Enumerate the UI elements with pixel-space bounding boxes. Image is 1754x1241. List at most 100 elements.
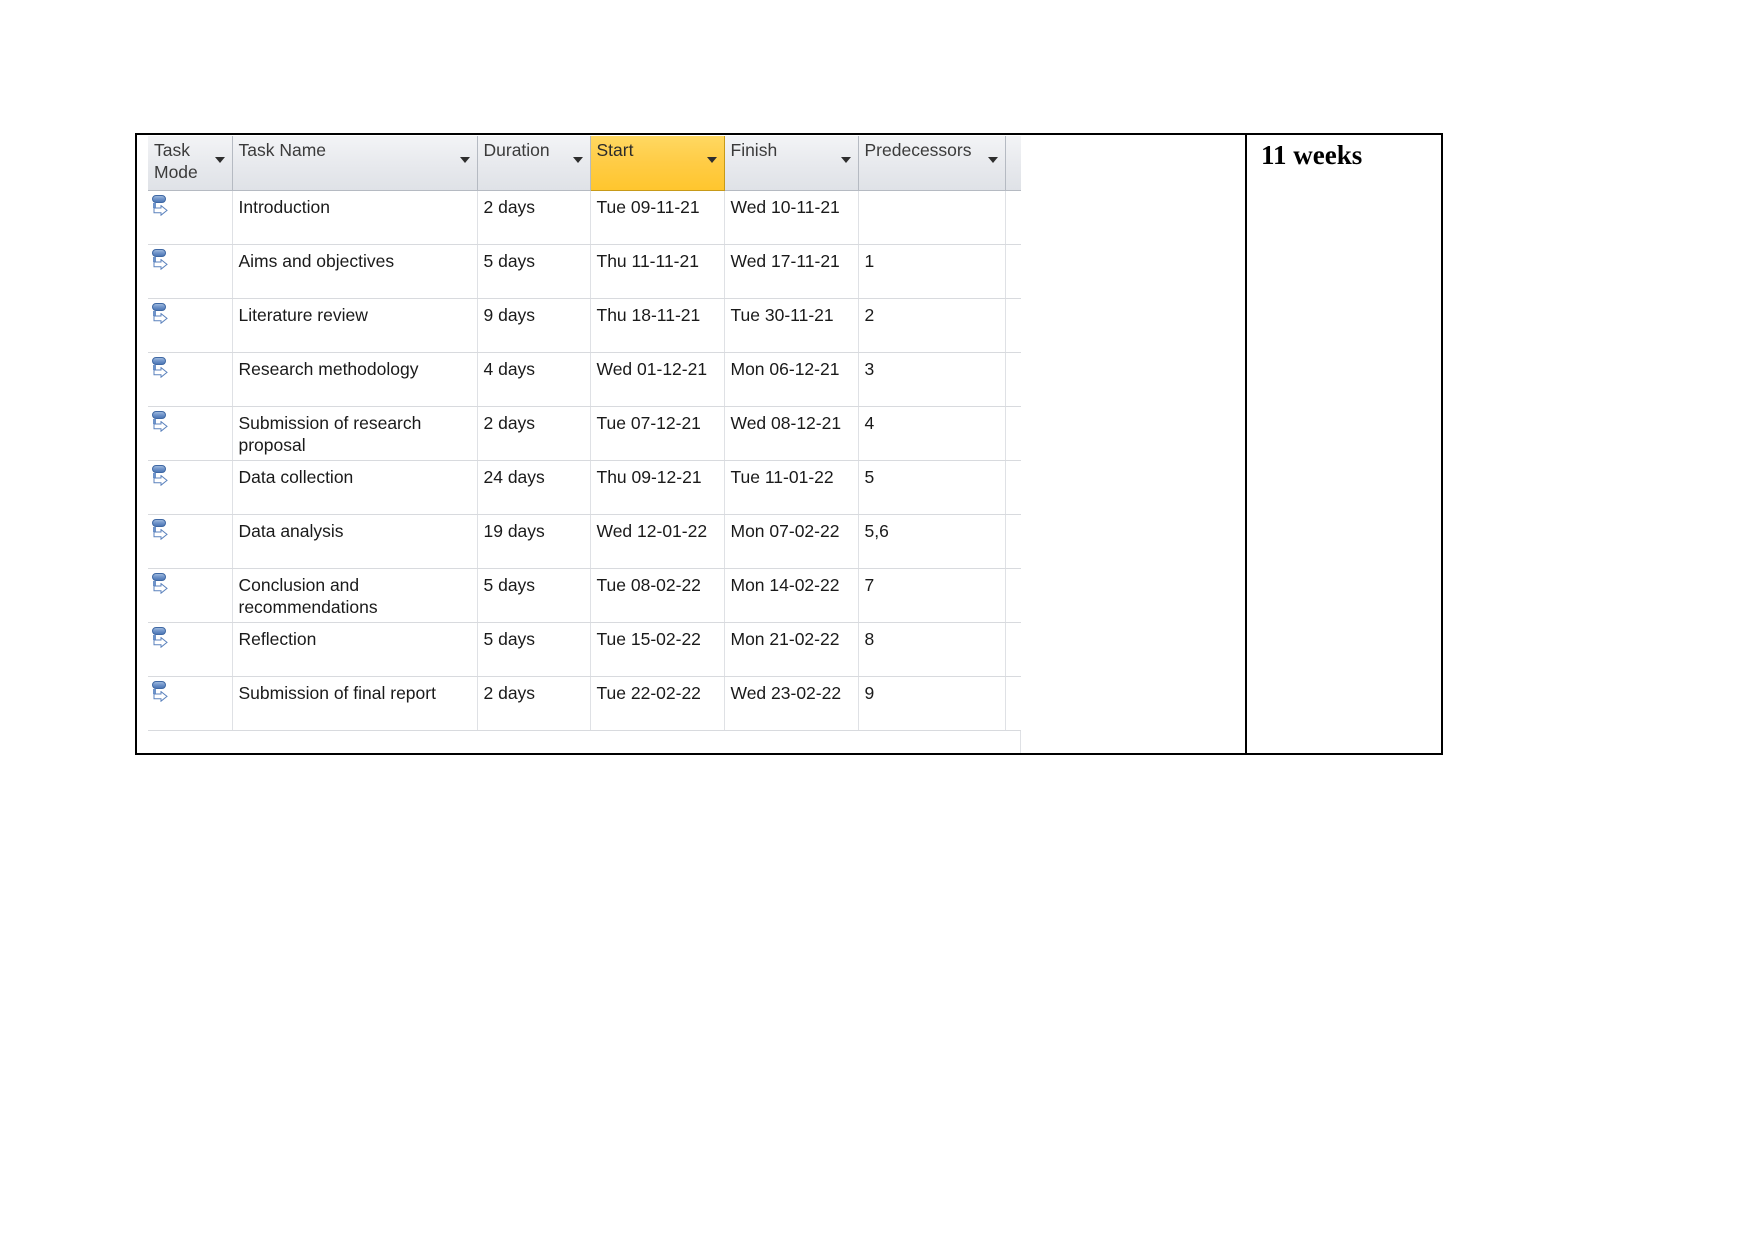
cell-finish[interactable]: Mon 07-02-22 [724, 514, 859, 569]
cell-duration[interactable]: 2 days [477, 190, 591, 245]
cell-finish[interactable]: Mon 14-02-22 [724, 568, 859, 623]
cell-task-name[interactable]: Reflection [232, 622, 478, 677]
table-row[interactable]: Conclusion and recommendations 5 days Tue … [148, 568, 1021, 623]
table-row[interactable]: Submission of research proposal 2 days Tue… [148, 406, 1021, 461]
cell-finish[interactable]: Tue 11-01-22 [724, 460, 859, 515]
cell-clipped-column [1005, 460, 1021, 515]
cell-duration-text: 5 days [483, 250, 536, 271]
table-row[interactable]: Aims and objectives 5 days Thu 11-11-21 Wed… [148, 244, 1021, 299]
cell-duration[interactable]: 5 days [477, 622, 591, 677]
cell-predecessors[interactable]: 7 [858, 568, 1006, 623]
cell-task-name[interactable]: Conclusion and recommendations [232, 568, 478, 623]
cell-clipped-column [1005, 244, 1021, 299]
cell-task-mode[interactable] [148, 244, 233, 299]
cell-finish[interactable]: Tue 30-11-21 [724, 298, 859, 353]
cell-finish[interactable]: Mon 06-12-21 [724, 352, 859, 407]
chevron-down-icon[interactable] [459, 157, 470, 163]
cell-start[interactable]: Tue 08-02-22 [590, 568, 725, 623]
cell-task-mode[interactable] [148, 352, 233, 407]
cell-start[interactable]: Tue 07-12-21 [590, 406, 725, 461]
table-row[interactable]: Introduction 2 days Tue 09-11-21 Wed 10-11-… [148, 190, 1021, 245]
column-header-task_name[interactable]: Task Name [232, 136, 478, 191]
cell-start[interactable]: Tue 22-02-22 [590, 676, 725, 731]
chevron-down-icon[interactable] [840, 157, 851, 163]
column-header-start[interactable]: Start [590, 136, 725, 191]
grid-body: Introduction 2 days Tue 09-11-21 Wed 10-11-… [148, 190, 1021, 731]
cell-finish[interactable]: Wed 23-02-22 [724, 676, 859, 731]
table-row[interactable]: Literature review 9 days Thu 18-11-21 Tue 3… [148, 298, 1021, 353]
cell-predecessors[interactable]: 4 [858, 406, 1006, 461]
cell-finish[interactable]: Wed 17-11-21 [724, 244, 859, 299]
chevron-down-icon[interactable] [706, 157, 717, 163]
cell-start[interactable]: Tue 09-11-21 [590, 190, 725, 245]
cell-finish[interactable]: Mon 21-02-22 [724, 622, 859, 677]
cell-clipped-column [1005, 568, 1021, 623]
cell-start[interactable]: Wed 12-01-22 [590, 514, 725, 569]
cell-task-name[interactable]: Research methodology [232, 352, 478, 407]
cell-finish[interactable]: Wed 10-11-21 [724, 190, 859, 245]
chevron-down-icon[interactable] [572, 157, 583, 163]
cell-start[interactable]: Thu 11-11-21 [590, 244, 725, 299]
cell-duration[interactable]: 2 days [477, 406, 591, 461]
cell-predecessors-text: 8 [864, 628, 875, 649]
cell-task-mode[interactable] [148, 406, 233, 461]
cell-duration[interactable]: 5 days [477, 244, 591, 299]
cell-task-name[interactable]: Submission of final report [232, 676, 478, 731]
cell-task-name-text: Data analysis [238, 520, 344, 541]
cell-task-name[interactable]: Submission of research proposal [232, 406, 478, 461]
cell-duration[interactable]: 24 days [477, 460, 591, 515]
cell-start[interactable]: Tue 15-02-22 [590, 622, 725, 677]
table-row[interactable]: Data analysis 19 days Wed 12-01-22 Mon 07-0… [148, 514, 1021, 569]
manually-scheduled-icon [151, 626, 170, 648]
cell-predecessors[interactable]: 8 [858, 622, 1006, 677]
column-header-task_mode[interactable]: Task Mode [148, 136, 233, 191]
cell-predecessors[interactable]: 9 [858, 676, 1006, 731]
cell-predecessors[interactable]: 2 [858, 298, 1006, 353]
cell-start[interactable]: Wed 01-12-21 [590, 352, 725, 407]
cell-duration[interactable]: 9 days [477, 298, 591, 353]
table-row[interactable]: Research methodology 4 days Wed 01-12-21 Mo… [148, 352, 1021, 407]
cell-clipped-column [1005, 514, 1021, 569]
cell-clipped-column [1005, 622, 1021, 677]
chevron-down-icon[interactable] [987, 157, 998, 163]
cell-finish-text: Mon 07-02-22 [730, 520, 840, 541]
cell-task-name[interactable]: Data analysis [232, 514, 478, 569]
column-header-predecessors[interactable]: Predecessors [858, 136, 1006, 191]
cell-predecessors[interactable]: 5 [858, 460, 1006, 515]
cell-predecessors[interactable]: 5,6 [858, 514, 1006, 569]
manually-scheduled-icon [151, 248, 170, 270]
cell-predecessors[interactable] [858, 190, 1006, 245]
cell-task-mode[interactable] [148, 460, 233, 515]
table-row[interactable]: Data collection 24 days Thu 09-12-21 Tue 11… [148, 460, 1021, 515]
cell-task-mode[interactable] [148, 298, 233, 353]
table-row[interactable]: Submission of final report 2 days Tue 22-0… [148, 676, 1021, 731]
cell-clipped-column [1005, 352, 1021, 407]
cell-finish[interactable]: Wed 08-12-21 [724, 406, 859, 461]
cell-duration[interactable]: 5 days [477, 568, 591, 623]
cell-task-name[interactable]: Introduction [232, 190, 478, 245]
cell-task-mode[interactable] [148, 514, 233, 569]
cell-start-text: Tue 08-02-22 [596, 574, 701, 595]
cell-duration[interactable]: 19 days [477, 514, 591, 569]
cell-task-mode[interactable] [148, 676, 233, 731]
column-header-finish[interactable]: Finish [724, 136, 859, 191]
cell-task-mode[interactable] [148, 190, 233, 245]
cell-predecessors[interactable]: 1 [858, 244, 1006, 299]
table-row[interactable]: Reflection 5 days Tue 15-02-22 Mon 21-02-22… [148, 622, 1021, 677]
duration-note: 11 weeks [1261, 140, 1363, 170]
cell-task-name-text: Research methodology [238, 358, 419, 379]
cell-duration-text: 24 days [483, 466, 545, 487]
cell-predecessors[interactable]: 3 [858, 352, 1006, 407]
column-header-clipped[interactable] [1005, 136, 1021, 191]
cell-task-mode[interactable] [148, 622, 233, 677]
cell-start[interactable]: Thu 09-12-21 [590, 460, 725, 515]
cell-duration[interactable]: 4 days [477, 352, 591, 407]
cell-task-mode[interactable] [148, 568, 233, 623]
cell-start[interactable]: Thu 18-11-21 [590, 298, 725, 353]
cell-task-name[interactable]: Data collection [232, 460, 478, 515]
chevron-down-icon[interactable] [214, 157, 225, 163]
column-header-duration[interactable]: Duration [477, 136, 591, 191]
cell-task-name[interactable]: Aims and objectives [232, 244, 478, 299]
cell-duration[interactable]: 2 days [477, 676, 591, 731]
cell-task-name[interactable]: Literature review [232, 298, 478, 353]
